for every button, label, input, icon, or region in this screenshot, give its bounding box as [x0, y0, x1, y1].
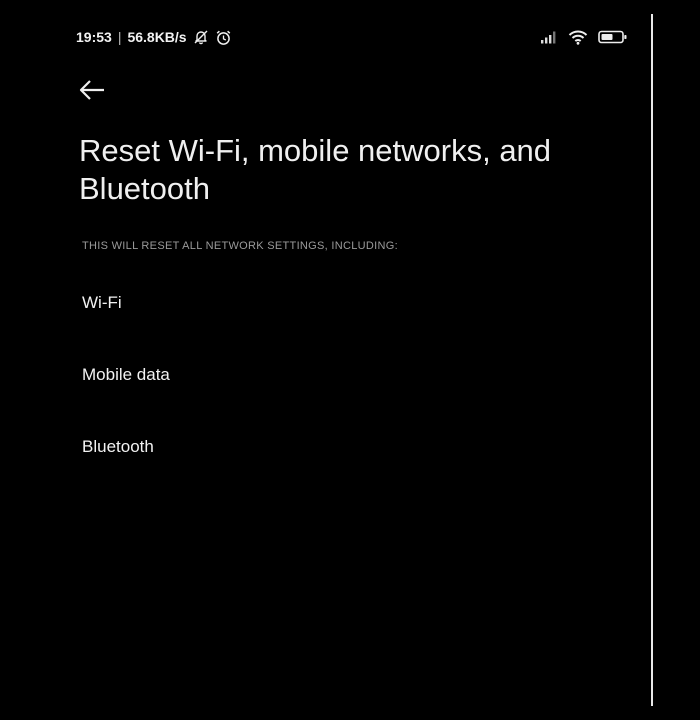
status-separator: |	[117, 29, 122, 45]
screen-edge-divider	[651, 14, 653, 706]
arrow-left-icon	[78, 79, 106, 101]
wifi-icon	[568, 29, 588, 45]
network-speed: 56.8KB/s	[127, 29, 187, 45]
section-header: THIS WILL RESET ALL NETWORK SETTINGS, IN…	[82, 240, 398, 252]
phone-screen: 19:53 | 56.8KB/s Reset Wi-Fi, mobile net…	[48, 14, 652, 720]
status-bar-right	[540, 29, 628, 45]
back-button[interactable]	[78, 74, 118, 106]
page-title: Reset Wi-Fi, mobile networks, and Blueto…	[79, 133, 552, 206]
battery-icon	[598, 30, 628, 44]
alarm-icon	[215, 29, 232, 46]
list-item-bluetooth: Bluetooth	[82, 437, 154, 456]
status-time: 19:53	[76, 29, 112, 45]
network-settings-list: Wi-Fi Mobile data Bluetooth	[82, 292, 602, 508]
signal-icon	[540, 30, 558, 44]
list-item-wifi: Wi-Fi	[82, 293, 122, 312]
status-bar: 19:53 | 56.8KB/s	[76, 28, 628, 46]
list-item-mobile-data: Mobile data	[82, 365, 170, 384]
status-bar-left: 19:53 | 56.8KB/s	[76, 29, 232, 46]
notifications-off-icon	[193, 29, 209, 45]
